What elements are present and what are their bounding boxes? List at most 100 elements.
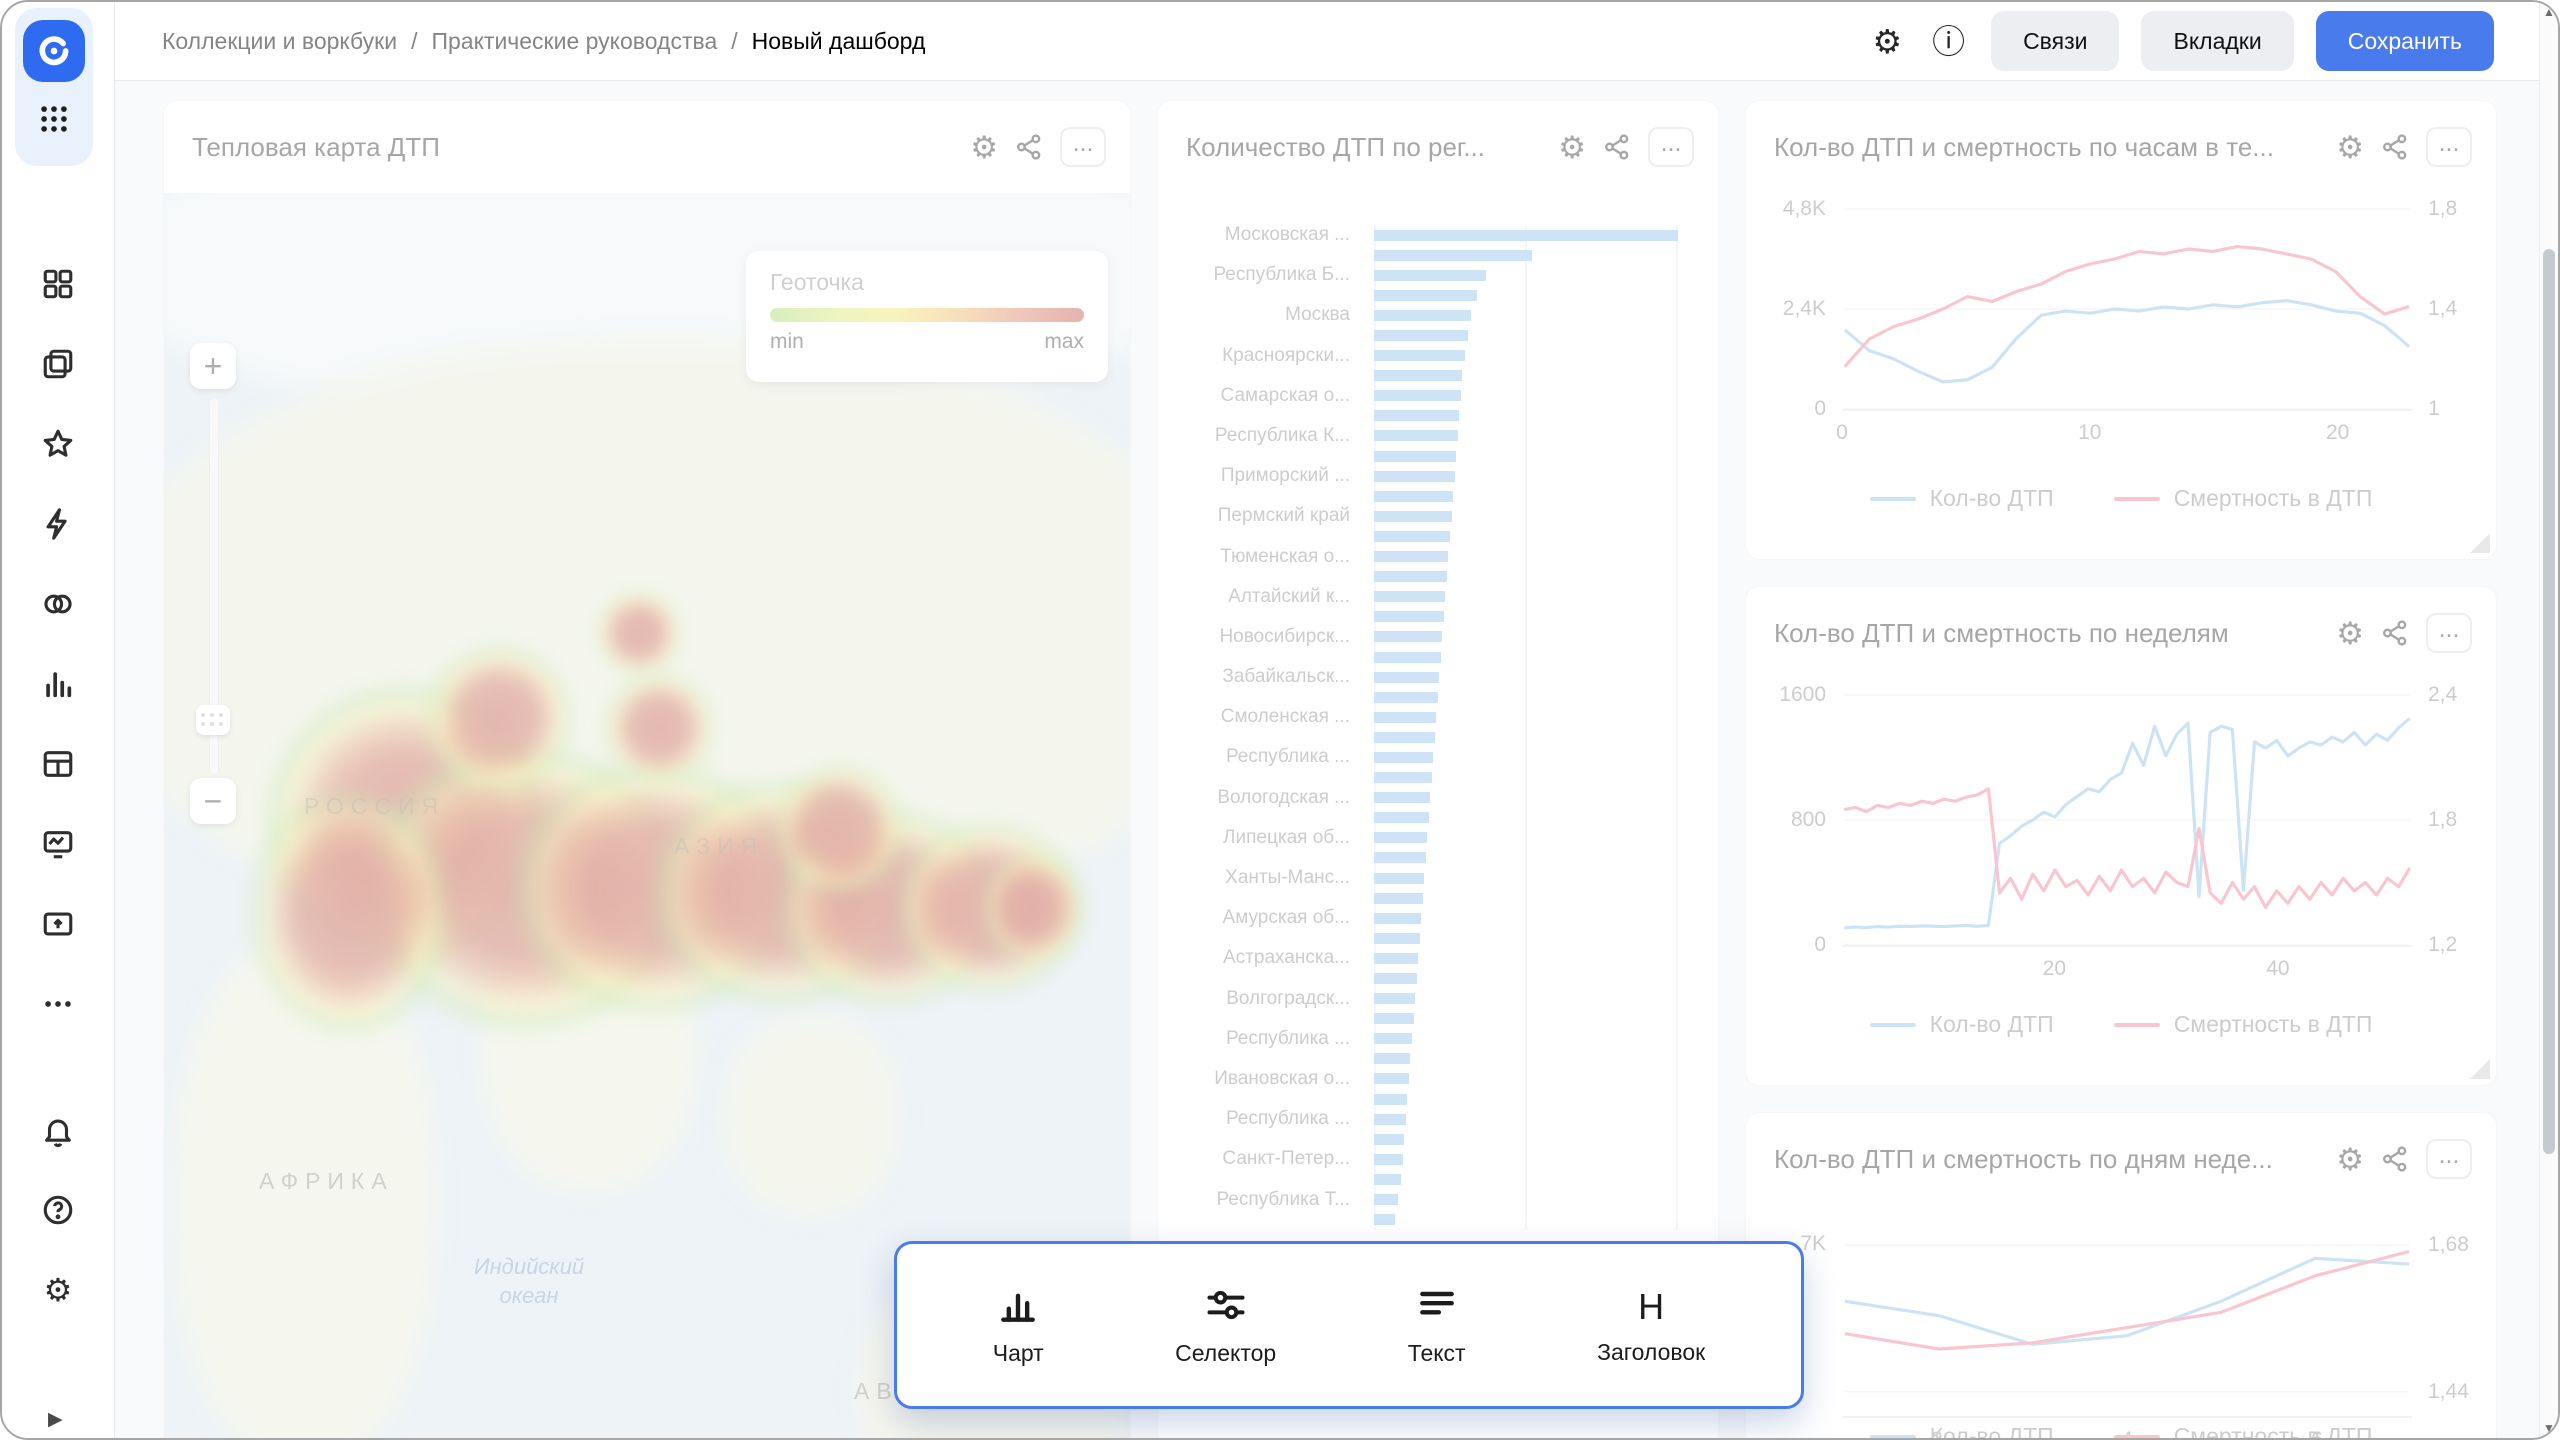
- add-selector-button[interactable]: Селектор: [1169, 1282, 1282, 1368]
- sidebar-item-storage[interactable]: [38, 905, 78, 945]
- resize-handle[interactable]: [2470, 533, 2490, 553]
- bar: [1374, 1194, 1398, 1205]
- add-text-button[interactable]: Текст: [1402, 1282, 1472, 1368]
- sidebar-item-monitoring[interactable]: [38, 825, 78, 865]
- bar-category-label: Липецкая об...: [1182, 827, 1374, 849]
- legend-item-mortality[interactable]: Смертность в ДТП: [2114, 1423, 2373, 1438]
- bar: [1374, 672, 1439, 683]
- bar-category-label: Московская ...: [1182, 224, 1374, 246]
- share-icon: [2380, 1162, 2410, 1177]
- widget-title: Тепловая карта ДТП: [192, 132, 970, 163]
- widget-links-button[interactable]: [2380, 132, 2410, 162]
- legend-item-mortality[interactable]: Смертность в ДТП: [2114, 1011, 2373, 1038]
- dashboard-canvas: Тепловая карта ДТП ⚙ ...: [114, 81, 2540, 1438]
- help-button[interactable]: [38, 1191, 78, 1231]
- widget-title: Кол-во ДТП и смертность по дням неде...: [1774, 1144, 2336, 1175]
- bar: [1374, 430, 1458, 441]
- add-chart-button[interactable]: Чарт: [987, 1282, 1050, 1368]
- sidebar-item-tables[interactable]: [38, 745, 78, 785]
- widget-settings-button[interactable]: ⚙: [2336, 132, 2364, 163]
- sidebar-item-more[interactable]: [38, 985, 78, 1025]
- y-axis-tick: 0: [1814, 397, 1826, 421]
- links-button[interactable]: Связи: [1991, 11, 2119, 71]
- sidebar-item-dashboards[interactable]: [38, 265, 78, 305]
- bar-row: Волгоградск...: [1182, 989, 1678, 1009]
- question-circle-icon: [41, 1193, 75, 1230]
- legend-item-mortality[interactable]: Смертность в ДТП: [2114, 485, 2373, 512]
- widget-settings-button[interactable]: ⚙: [1558, 132, 1586, 163]
- widget-menu-button[interactable]: ...: [1060, 127, 1106, 167]
- sidebar-item-charts[interactable]: [38, 665, 78, 705]
- tabs-button[interactable]: Вкладки: [2141, 11, 2293, 71]
- scroll-down-icon[interactable]: ▼: [2540, 1421, 2558, 1435]
- resize-handle[interactable]: [2470, 1059, 2490, 1079]
- widget-settings-button[interactable]: ⚙: [2336, 618, 2364, 649]
- widget-header: Кол-во ДТП и смертность по неделям ⚙ ...: [1746, 587, 2496, 669]
- y-axis-tick: 7K: [1800, 1232, 1826, 1256]
- bar-row: Забайкальск...: [1182, 667, 1678, 687]
- scroll-up-icon[interactable]: ▲: [2540, 5, 2558, 19]
- widget-settings-button[interactable]: ⚙: [970, 132, 998, 163]
- ellipsis-icon: ...: [2439, 1141, 2460, 1170]
- bar-row: [1182, 1009, 1678, 1029]
- x-axis-tick: 20: [2043, 957, 2066, 981]
- zoom-in-button[interactable]: +: [190, 343, 236, 389]
- sidebar-item-favorites[interactable]: [38, 425, 78, 465]
- widget-links-button[interactable]: [1602, 132, 1632, 162]
- heat-blob: [594, 663, 724, 793]
- widget-links-button[interactable]: [2380, 618, 2410, 648]
- apps-grid-icon[interactable]: [33, 98, 75, 140]
- bar-row: Московская ...: [1182, 225, 1678, 245]
- y-axis-tick: 4,8K: [1783, 197, 1826, 221]
- widget-menu-button[interactable]: ...: [2426, 127, 2472, 167]
- bar: [1374, 953, 1418, 964]
- notifications-button[interactable]: [38, 1112, 78, 1152]
- bar-row: [1182, 768, 1678, 788]
- bar-row: [1182, 446, 1678, 466]
- widget-settings-button[interactable]: ⚙: [2336, 1144, 2364, 1175]
- heat-blob: [974, 843, 1094, 973]
- sidebar-item-workbooks[interactable]: [38, 345, 78, 385]
- zoom-slider-handle[interactable]: [196, 705, 230, 735]
- bar-row: Ивановская о...: [1182, 1069, 1678, 1089]
- scrollbar-thumb[interactable]: [2543, 249, 2555, 1154]
- page-scrollbar[interactable]: ▲ ▼: [2539, 2, 2558, 1438]
- legend-item-accidents[interactable]: Кол-во ДТП: [1870, 1011, 2054, 1038]
- bar-category-label: Новосибирск...: [1182, 626, 1374, 648]
- y-axis-tick: 0: [1814, 933, 1826, 957]
- add-header-button[interactable]: H Заголовок: [1591, 1284, 1711, 1367]
- sidebar-item-datasets[interactable]: [38, 585, 78, 625]
- info-button[interactable]: ⓘ: [1928, 25, 1969, 58]
- logo-area: [15, 8, 93, 166]
- breadcrumb-guides[interactable]: Практические руководства: [431, 28, 717, 55]
- chart-legend: Кол-во ДТП Смертность в ДТП: [1746, 1011, 2496, 1038]
- bar-row: Республика ...: [1182, 1109, 1678, 1129]
- series-line: [1844, 789, 2409, 908]
- line-chart-days: 7K1,441,68246: [1842, 1221, 2412, 1418]
- widget-links-button[interactable]: [1014, 132, 1044, 162]
- bar-row: Липецкая об...: [1182, 828, 1678, 848]
- bar-category-label: Красноярски...: [1182, 345, 1374, 367]
- bar-row: [1182, 968, 1678, 988]
- zoom-out-button[interactable]: −: [190, 778, 236, 824]
- legend-item-accidents[interactable]: Кол-во ДТП: [1870, 485, 2054, 512]
- bar: [1374, 591, 1445, 602]
- dashboard-settings-button[interactable]: ⚙: [1868, 25, 1906, 58]
- widget-menu-button[interactable]: ...: [2426, 613, 2472, 653]
- widget-menu-button[interactable]: ...: [1648, 127, 1694, 167]
- bar-row: Пермский край: [1182, 506, 1678, 526]
- save-button[interactable]: Сохранить: [2316, 11, 2494, 71]
- sidebar-collapse-button[interactable]: ▶: [42, 1407, 69, 1432]
- bar-row: [1182, 848, 1678, 868]
- sidebar-item-quick-actions[interactable]: [38, 505, 78, 545]
- datalens-logo-icon[interactable]: [23, 20, 85, 82]
- bar-category-label: Санкт-Петер...: [1182, 1148, 1374, 1170]
- widget-links-button[interactable]: [2380, 1144, 2410, 1174]
- sidebar-settings-button[interactable]: ⚙: [38, 1270, 78, 1310]
- legend-item-accidents[interactable]: Кол-во ДТП: [1870, 1423, 2054, 1438]
- bar: [1374, 1114, 1406, 1125]
- widget-menu-button[interactable]: ...: [2426, 1139, 2472, 1179]
- bar-row: [1182, 366, 1678, 386]
- share-icon: [1602, 150, 1632, 165]
- breadcrumb-collections[interactable]: Коллекции и воркбуки: [162, 28, 397, 55]
